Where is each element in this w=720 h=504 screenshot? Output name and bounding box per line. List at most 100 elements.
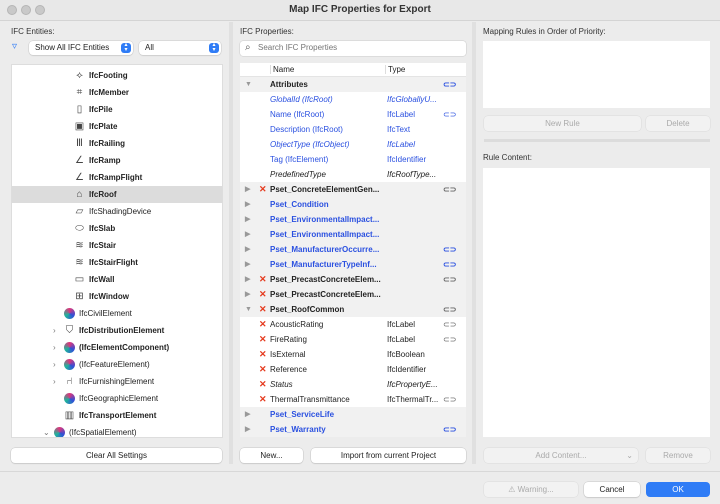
search-input[interactable] (258, 43, 458, 52)
scope-select[interactable]: All ▴ ▾ (139, 41, 221, 55)
link-icon[interactable]: ⊂⊃ (443, 77, 456, 92)
remove-x-icon[interactable]: ✕ (259, 392, 267, 407)
link-icon[interactable]: ⊂⊃ (443, 392, 456, 407)
chevron-right-icon[interactable]: › (53, 322, 56, 339)
disclosure-closed-icon[interactable]: ▶ (245, 407, 250, 422)
new-button[interactable]: New... (240, 448, 303, 463)
tree-item[interactable]: › ⛉ IfcDistributionElement (12, 322, 222, 339)
property-group-row[interactable]: ▼ ✕ Pset_RoofCommon ⊂⊃ (240, 302, 466, 317)
remove-x-icon[interactable]: ✕ (259, 347, 267, 362)
disclosure-closed-icon[interactable]: ▶ (245, 422, 250, 437)
link-icon[interactable]: ⊂⊃ (443, 272, 456, 287)
tree-item[interactable]: IfcGeographicElement (12, 390, 222, 407)
disclosure-open-icon[interactable]: ▼ (245, 77, 252, 92)
tree-item[interactable]: › (IfcElementComponent) (12, 339, 222, 356)
chevron-right-icon[interactable]: › (53, 356, 56, 373)
link-icon[interactable]: ⊂⊃ (443, 182, 456, 197)
remove-x-icon[interactable]: ✕ (259, 182, 267, 197)
property-row[interactable]: ✕ ThermalTransmittance IfcThermalTr... ⊂⊃ (240, 392, 466, 407)
tree-item[interactable]: ▣ IfcPlate (12, 118, 222, 135)
tree-item[interactable]: ▯ IfcPile (12, 101, 222, 118)
rule-content-area[interactable] (483, 168, 710, 437)
remove-button[interactable]: Remove (646, 448, 710, 463)
chevron-right-icon[interactable]: › (53, 373, 56, 390)
link-icon[interactable]: ⊂⊃ (443, 242, 456, 257)
disclosure-closed-icon[interactable]: ▶ (245, 257, 250, 272)
tree-item[interactable]: ⌂ IfcRoof (12, 186, 222, 203)
cancel-button[interactable]: Cancel (584, 482, 640, 497)
tree-item[interactable]: ≋ IfcStairFlight (12, 254, 222, 271)
property-row[interactable]: ✕ IsExternal IfcBoolean (240, 347, 466, 362)
remove-x-icon[interactable]: ✕ (259, 272, 267, 287)
remove-x-icon[interactable]: ✕ (259, 302, 267, 317)
remove-x-icon[interactable]: ✕ (259, 317, 267, 332)
disclosure-open-icon[interactable]: ▼ (245, 302, 252, 317)
mapping-rules-list[interactable] (483, 41, 710, 108)
link-icon[interactable]: ⊂⊃ (443, 332, 456, 347)
tree-item[interactable]: ≋ IfcStair (12, 237, 222, 254)
property-group-row[interactable]: ▶ Pset_ManufacturerOccurre... ⊂⊃ (240, 242, 466, 257)
property-row[interactable]: ✕ Reference IfcIdentifier (240, 362, 466, 377)
remove-x-icon[interactable]: ✕ (259, 377, 267, 392)
splitter[interactable] (229, 22, 233, 464)
disclosure-closed-icon[interactable]: ▶ (245, 227, 250, 242)
property-row[interactable]: Description (IfcRoot) IfcText (240, 122, 466, 137)
warning-button[interactable]: ⚠ Warning... (484, 482, 578, 497)
property-row[interactable]: ✕ FireRating IfcLabel ⊂⊃ (240, 332, 466, 347)
property-group-row[interactable]: ▶ ✕ Pset_PrecastConcreteElem... ⊂⊃ (240, 272, 466, 287)
property-group-row[interactable]: ▶ Pset_ServiceLife (240, 407, 466, 422)
property-row[interactable]: Name (IfcRoot) IfcLabel ⊂⊃ (240, 107, 466, 122)
column-name-header[interactable]: Name (270, 65, 294, 74)
clear-all-settings-button[interactable]: Clear All Settings (11, 448, 222, 463)
property-group-row[interactable]: ▶ Pset_ManufacturerTypeInf... ⊂⊃ (240, 257, 466, 272)
property-row[interactable]: GlobalId (IfcRoot) IfcGloballyU... (240, 92, 466, 107)
tree-item[interactable]: › (IfcFeatureElement) (12, 356, 222, 373)
tree-item[interactable]: IfcCivilElement (12, 305, 222, 322)
new-rule-button[interactable]: New Rule (484, 116, 641, 131)
property-group-row[interactable]: ▶ Pset_Warranty ⊂⊃ (240, 422, 466, 437)
property-row[interactable]: Tag (IfcElement) IfcIdentifier (240, 152, 466, 167)
remove-x-icon[interactable]: ✕ (259, 362, 267, 377)
link-icon[interactable]: ⊂⊃ (443, 422, 456, 437)
tree-item[interactable]: ⟡ IfcFooting (12, 67, 222, 84)
search-field[interactable]: ⌕ (240, 41, 466, 56)
tree-item[interactable]: ⬭ IfcSlab (12, 220, 222, 237)
property-group-row[interactable]: ▶ Pset_EnvironmentalImpact... (240, 227, 466, 242)
link-icon[interactable]: ⊂⊃ (443, 107, 456, 122)
entity-tree[interactable]: ⟡ IfcFooting ⌗ IfcMember ▯ IfcPile ▣ IfcPlate Ⅲ I… (11, 64, 223, 438)
disclosure-closed-icon[interactable]: ▶ (245, 182, 250, 197)
remove-x-icon[interactable]: ✕ (259, 287, 267, 302)
link-icon[interactable]: ⊂⊃ (443, 317, 456, 332)
tree-item[interactable]: ▥ IfcTransportElement (12, 407, 222, 424)
link-icon[interactable]: ⊂⊃ (443, 302, 456, 317)
property-row[interactable]: ✕ AcousticRating IfcLabel ⊂⊃ (240, 317, 466, 332)
disclosure-closed-icon[interactable]: ▶ (245, 272, 250, 287)
tree-item[interactable]: ⌗ IfcMember (12, 84, 222, 101)
add-content-button[interactable]: Add Content... ⌄ (484, 448, 638, 463)
splitter[interactable] (472, 22, 476, 464)
properties-table[interactable]: Name Type ▼ Attributes ⊂⊃ GlobalId (IfcRoot… (240, 63, 466, 437)
link-icon[interactable]: ⊂⊃ (443, 257, 456, 272)
tree-item[interactable]: ▱ IfcShadingDevice (12, 203, 222, 220)
filter-icon[interactable]: ▿ (12, 41, 17, 52)
property-group-row[interactable]: ▼ Attributes ⊂⊃ (240, 77, 466, 92)
tree-item[interactable]: ⌄ (IfcSpatialElement) (12, 424, 222, 437)
disclosure-closed-icon[interactable]: ▶ (245, 242, 250, 257)
ok-button[interactable]: OK (646, 482, 710, 497)
tree-item[interactable]: ∠ IfcRampFlight (12, 169, 222, 186)
tree-item[interactable]: ∠ IfcRamp (12, 152, 222, 169)
column-type-header[interactable]: Type (385, 65, 405, 74)
disclosure-closed-icon[interactable]: ▶ (245, 287, 250, 302)
property-group-row[interactable]: ▶ Pset_EnvironmentalImpact... (240, 212, 466, 227)
property-group-row[interactable]: ▶ ✕ Pset_ConcreteElementGen... ⊂⊃ (240, 182, 466, 197)
disclosure-closed-icon[interactable]: ▶ (245, 197, 250, 212)
delete-button[interactable]: Delete (646, 116, 710, 131)
chevron-right-icon[interactable]: › (53, 339, 56, 356)
property-group-row[interactable]: ▶ ✕ Pset_PrecastConcreteElem... (240, 287, 466, 302)
property-row[interactable]: PredefinedType IfcRoofType... (240, 167, 466, 182)
chevron-down-icon[interactable]: ⌄ (43, 424, 50, 437)
tree-item[interactable]: ⊞ IfcWindow (12, 288, 222, 305)
disclosure-closed-icon[interactable]: ▶ (245, 212, 250, 227)
tree-item[interactable]: Ⅲ IfcRailing (12, 135, 222, 152)
remove-x-icon[interactable]: ✕ (259, 332, 267, 347)
